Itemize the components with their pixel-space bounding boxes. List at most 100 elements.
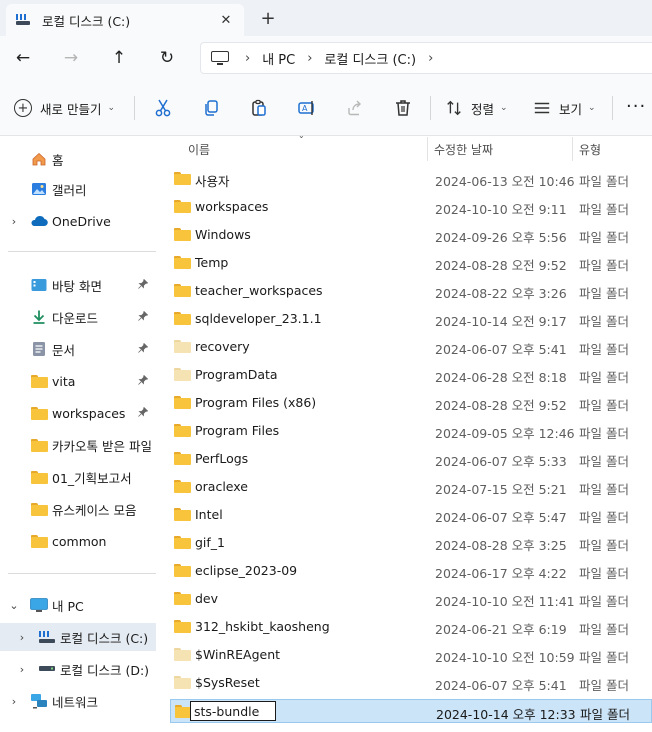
rename-input[interactable] <box>190 701 276 721</box>
column-resizer[interactable] <box>572 137 573 161</box>
refresh-button[interactable]: ↻ <box>154 46 180 70</box>
file-date: 2024-06-07 오후 5:41 <box>435 342 567 357</box>
file-name: recovery <box>195 339 250 354</box>
close-tab-button[interactable]: ✕ <box>216 10 236 30</box>
file-name: workspaces <box>195 199 269 214</box>
breadcrumb-my-pc[interactable]: 내 PC <box>262 49 295 68</box>
sidebar-item-label: 문서 <box>52 342 76 358</box>
file-row[interactable]: sqldeveloper_23.1.1 2024-10-14 오전 9:17 파일 … <box>170 307 652 331</box>
cloud-icon <box>30 213 48 229</box>
sidebar-item-common[interactable]: common <box>0 527 156 555</box>
file-type: 파일 폴더 <box>579 286 629 301</box>
file-row[interactable]: PerfLogs 2024-06-07 오후 5:33 파일 폴더 <box>170 447 652 471</box>
file-row[interactable]: Temp 2024-08-28 오전 9:52 파일 폴더 <box>170 251 652 275</box>
breadcrumb-separator[interactable]: › <box>428 51 433 66</box>
more-options-button[interactable]: ··· <box>626 96 646 117</box>
expand-icon[interactable]: › <box>16 631 28 644</box>
file-type: 파일 폴더 <box>579 342 629 357</box>
file-name: Program Files <box>195 423 280 438</box>
file-row[interactable]: Intel 2024-06-07 오후 5:47 파일 폴더 <box>170 503 652 527</box>
sidebar-divider <box>8 573 156 574</box>
expand-icon[interactable]: › <box>16 663 28 676</box>
rename-button[interactable]: A <box>295 96 319 120</box>
sidebar-item-downloads[interactable]: 다운로드 <box>0 303 156 331</box>
file-row[interactable]: eclipse_2023-09 2024-06-17 오후 4:22 파일 폴더 <box>170 559 652 583</box>
sidebar-item-my-pc[interactable]: ⌄ 내 PC <box>0 591 156 619</box>
breadcrumb-separator[interactable]: › <box>307 51 312 66</box>
tab-local-disk-c[interactable]: 로컬 디스크 (C:) ✕ <box>6 4 244 36</box>
file-row[interactable]: ProgramData 2024-06-28 오전 8:18 파일 폴더 <box>170 363 652 387</box>
file-row[interactable]: Program Files (x86) 2024-08-28 오전 9:52 파일 … <box>170 391 652 415</box>
sidebar-item-workspaces[interactable]: workspaces <box>0 399 156 427</box>
file-row[interactable]: 312_hskibt_kaosheng 2024-06-21 오후 6:19 파일 … <box>170 615 652 639</box>
delete-button[interactable] <box>391 96 415 120</box>
file-name: 사용자 <box>195 174 230 189</box>
sidebar-item-label: 01_기획보고서 <box>52 470 132 486</box>
sidebar-item-desktop[interactable]: 바탕 화면 <box>0 271 156 299</box>
file-row[interactable]: 사용자 2024-06-13 오전 10:46 파일 폴더 <box>170 167 652 191</box>
forward-button[interactable]: → <box>58 46 84 70</box>
file-row[interactable]: gif_1 2024-08-28 오후 3:25 파일 폴더 <box>170 531 652 555</box>
sidebar-item-documents[interactable]: 문서 <box>0 335 156 363</box>
file-row[interactable]: Program Files 2024-09-05 오후 12:46 파일 폴더 <box>170 419 652 443</box>
file-row[interactable]: 2024-10-14 오후 12:33 파일 폴더 <box>170 699 652 723</box>
column-header-name[interactable]: 이름 <box>188 141 210 158</box>
column-header-type[interactable]: 유형 <box>579 141 601 158</box>
sidebar-divider <box>8 251 156 252</box>
sidebar-item-usecase-collection[interactable]: 유스케이스 모음 <box>0 495 156 523</box>
breadcrumb-local-disk-c[interactable]: 로컬 디스크 (C:) <box>324 49 416 68</box>
file-row[interactable]: recovery 2024-06-07 오후 5:41 파일 폴더 <box>170 335 652 359</box>
expand-icon[interactable]: › <box>8 215 20 228</box>
file-row[interactable]: oraclexe 2024-07-15 오전 5:21 파일 폴더 <box>170 475 652 499</box>
pin-icon <box>138 374 149 388</box>
copy-button[interactable] <box>199 96 223 120</box>
paste-button[interactable] <box>247 96 271 120</box>
new-button[interactable]: + 새로 만들기 ⌄ <box>14 96 115 120</box>
file-name: Program Files (x86) <box>195 395 317 410</box>
file-row[interactable]: $SysReset 2024-06-07 오후 5:41 파일 폴더 <box>170 671 652 695</box>
file-row[interactable]: $WinREAgent 2024-10-10 오전 10:59 파일 폴더 <box>170 643 652 667</box>
sidebar-item-gallery[interactable]: 갤러리 <box>0 175 156 203</box>
sidebar-item-onedrive[interactable]: › OneDrive <box>0 207 156 235</box>
file-type: 파일 폴더 <box>579 538 629 553</box>
address-bar[interactable]: › 내 PC › 로컬 디스크 (C:) › <box>200 42 652 74</box>
sidebar-item-local-disk-d[interactable]: › 로컬 디스크 (D:) <box>0 655 156 683</box>
file-date: 2024-06-21 오후 6:19 <box>435 622 567 637</box>
file-list: ⌄ 이름 수정한 날짜 유형 사용자 2024-06-13 오전 10:46 파일 … <box>156 131 652 732</box>
breadcrumb-separator[interactable]: › <box>245 51 250 66</box>
collapse-icon[interactable]: ⌄ <box>8 599 20 612</box>
sort-button[interactable]: 정렬 ⌄ <box>445 96 508 120</box>
view-button[interactable]: 보기 ⌄ <box>533 96 596 120</box>
file-row[interactable]: Windows 2024-09-26 오후 5:56 파일 폴더 <box>170 223 652 247</box>
up-button[interactable]: ↑ <box>106 46 132 70</box>
cut-button[interactable] <box>151 96 175 120</box>
sidebar-item-label: 홈 <box>52 152 64 168</box>
sidebar-item-home[interactable]: 홈 <box>0 145 156 173</box>
file-date: 2024-08-28 오전 9:52 <box>435 398 567 413</box>
file-row[interactable]: dev 2024-10-10 오전 11:41 파일 폴더 <box>170 587 652 611</box>
sidebar-item-local-disk-c[interactable]: › 로컬 디스크 (C:) <box>0 623 156 651</box>
column-resizer[interactable] <box>427 137 428 161</box>
file-type: 파일 폴더 <box>579 398 629 413</box>
file-name: Windows <box>195 227 251 242</box>
folder-icon <box>30 437 48 453</box>
expand-icon[interactable]: › <box>8 695 20 708</box>
new-tab-button[interactable]: + <box>256 6 280 30</box>
sidebar-item-planning-report[interactable]: 01_기획보고서 <box>0 463 156 491</box>
back-button[interactable]: ← <box>10 46 36 70</box>
column-header-date[interactable]: 수정한 날짜 <box>434 141 493 158</box>
sidebar-item-kakaotalk-files[interactable]: 카카오톡 받은 파일 <box>0 431 156 459</box>
copy-icon <box>205 100 218 116</box>
file-row[interactable]: teacher_workspaces 2024-08-22 오후 3:26 파일 폴… <box>170 279 652 303</box>
sidebar-item-network[interactable]: › 네트워크 <box>0 687 156 715</box>
drive-icon <box>16 14 30 26</box>
file-type: 파일 폴더 <box>579 454 629 469</box>
svg-text:A: A <box>302 104 308 113</box>
sidebar-item-vita[interactable]: vita <box>0 367 156 395</box>
file-name: teacher_workspaces <box>195 283 323 298</box>
file-type: 파일 폴더 <box>579 594 629 609</box>
file-type: 파일 폴더 <box>579 566 629 581</box>
share-button[interactable] <box>343 96 367 120</box>
file-date: 2024-10-14 오후 12:33 <box>436 707 576 722</box>
file-row[interactable]: workspaces 2024-10-10 오전 9:11 파일 폴더 <box>170 195 652 219</box>
